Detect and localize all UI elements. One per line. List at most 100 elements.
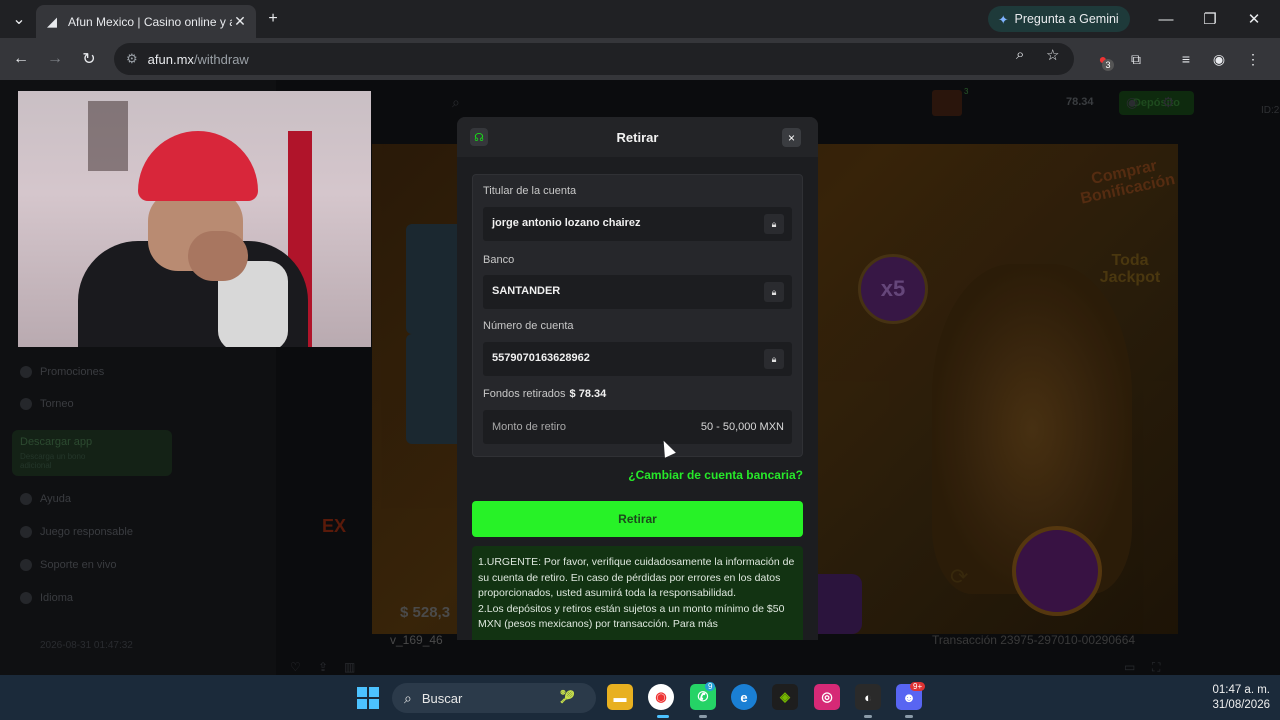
afun-favicon-icon: ◢ <box>47 13 57 29</box>
account-holder-field: jorge antonio lozano chairez 🔒︎ <box>483 207 792 241</box>
gemini-button[interactable]: ✦ Pregunta a Gemini <box>988 6 1130 32</box>
user-id: ID:237988862 <box>1261 105 1280 116</box>
autoplay-icon[interactable]: ⟳ <box>950 564 968 590</box>
buy-bonus-button[interactable]: Comprar Bonificación <box>1072 154 1181 209</box>
download-app-title: Descargar app <box>20 436 93 448</box>
new-tab-button[interactable]: + <box>262 8 284 30</box>
file-explorer-icon[interactable]: ▬ <box>607 684 633 710</box>
settings-gear-icon[interactable]: ⚙ <box>1162 94 1175 111</box>
webcam-background-object <box>88 101 128 171</box>
lock-icon: 🔒︎ <box>764 282 784 302</box>
webcam-person-cap <box>138 131 258 201</box>
nvidia-icon[interactable]: ◈ <box>772 684 798 710</box>
reload-icon[interactable]: ↻ <box>78 48 100 70</box>
sidebar-label: Ayuda <box>40 493 71 505</box>
transaction-id: Transacción 23975-297010-00290664 <box>932 633 1136 647</box>
bank-label: Banco <box>483 254 515 266</box>
withdraw-amount-input[interactable]: Monto de retiro 50 - 50,000 MXN <box>483 410 792 444</box>
avatar[interactable]: ◉ <box>1126 94 1138 111</box>
extensions-puzzle-icon[interactable]: ⧉ <box>1127 50 1145 68</box>
browser-tab-active[interactable]: ◢ Afun Mexico | Casino online y a ✕ <box>36 5 256 38</box>
amount-range: 50 - 50,000 MXN <box>700 421 784 433</box>
minimize-button[interactable]: — <box>1146 6 1186 32</box>
stats-icon[interactable]: ▥ <box>344 660 355 674</box>
balance-display: 78.34 <box>1066 96 1094 108</box>
bonus-chest-icon[interactable] <box>932 90 962 116</box>
bookmark-star-icon[interactable]: ☆ <box>1046 46 1059 64</box>
game-version: v_169_46 <box>390 633 443 647</box>
windows-taskbar: ⌕ Buscar 🎾︎ ▬ ◉ ✆ 9 e ◈ ◎ ◐ ☻ 9+ 01:47 a… <box>0 675 1280 720</box>
account-number-field: 5579070163628962 🔒︎ <box>483 342 792 376</box>
download-app-banner[interactable]: Descargar app Descarga un bono adicional <box>12 430 172 476</box>
jackpot-label: Toda Jackpot <box>1099 252 1161 286</box>
withdrawable-funds: Fondos retirados $ 78.34 <box>483 388 606 400</box>
account-form: Titular de la cuenta jorge antonio lozan… <box>472 174 803 457</box>
tab-title: Afun Mexico | Casino online y a <box>68 14 232 29</box>
bank-field: SANTANDER 🔒︎ <box>483 275 792 309</box>
windows-start-icon[interactable] <box>357 687 379 709</box>
withdraw-notice: 1.URGENTE: Por favor, verifique cuidados… <box>472 546 803 640</box>
chrome-icon[interactable]: ◉ <box>648 684 674 710</box>
webcam-overlay <box>18 91 371 347</box>
restore-button[interactable]: ❐ <box>1190 6 1230 32</box>
tab-search-chevron-icon[interactable]: ⌄ <box>8 8 30 30</box>
withdraw-button[interactable]: Retirar <box>472 501 803 537</box>
sidebar-item-juego-responsable[interactable]: Juego responsable <box>20 526 133 538</box>
instagram-icon[interactable]: ◎ <box>814 684 840 710</box>
funds-value: $ 78.34 <box>569 388 607 400</box>
back-arrow-icon[interactable]: ← <box>10 48 32 70</box>
extension-badge: 3 <box>1102 59 1114 71</box>
help-icon <box>20 493 32 505</box>
notice-text: 1.URGENTE: Por favor, verifique cuidados… <box>478 556 795 631</box>
globe-icon <box>20 592 32 604</box>
clock-date: 31/08/2026 <box>1212 699 1270 711</box>
fullscreen-icon[interactable]: ⛶ <box>1152 660 1160 675</box>
shield-icon <box>20 526 32 538</box>
close-modal-button[interactable]: × <box>782 128 801 147</box>
headset-icon <box>20 559 32 571</box>
url-path: /withdraw <box>193 51 249 67</box>
lock-icon: 🔒︎ <box>764 349 784 369</box>
amount-placeholder: Monto de retiro <box>492 421 566 433</box>
gift-icon <box>20 366 32 378</box>
multiplier-label: x5 <box>880 276 906 301</box>
sidebar-item-torneo[interactable]: Torneo <box>20 398 74 410</box>
taskbar-search-label: Buscar <box>421 690 463 706</box>
gemini-star-icon: ✦ <box>998 12 1009 27</box>
media-control-icon[interactable]: ≡ <box>1177 50 1195 68</box>
sidebar-item-ayuda[interactable]: Ayuda <box>20 493 71 505</box>
heart-icon[interactable]: ♡ <box>290 660 301 674</box>
close-window-button[interactable]: ✕ <box>1234 6 1274 32</box>
edge-icon[interactable]: e <box>731 684 757 710</box>
tab-close-icon[interactable]: ✕ <box>232 13 248 30</box>
share-icon[interactable]: ⇪ <box>318 660 328 674</box>
zoom-icon[interactable]: ⌕ <box>1016 46 1024 63</box>
obs-icon[interactable]: ◐ <box>855 684 881 710</box>
account-number-value: 5579070163628962 <box>492 352 590 364</box>
search-highlight-icon: 🎾︎ <box>558 689 576 704</box>
sidebar-item-soporte[interactable]: Soporte en vivo <box>20 559 116 571</box>
bank-value: SANTANDER <box>492 285 561 297</box>
system-clock[interactable]: 01:47 a. m. 31/08/2026 <box>1186 683 1270 713</box>
clock-time: 01:47 a. m. <box>1212 684 1270 696</box>
modal-title: Retirar <box>616 130 659 145</box>
forward-arrow-icon[interactable]: → <box>44 48 66 70</box>
running-app-indicator <box>699 715 707 718</box>
sidebar-label: Torneo <box>40 398 74 410</box>
search-icon[interactable]: ⌕ <box>452 94 460 111</box>
search-icon: ⌕ <box>404 689 412 706</box>
menu-kebab-icon[interactable]: ⋮ <box>1244 50 1262 68</box>
sidebar-item-idioma[interactable]: Idioma <box>20 592 73 604</box>
change-bank-account-link[interactable]: ¿Cambiar de cuenta bancaria? <box>628 468 803 482</box>
site-info-icon[interactable]: ⚙ <box>126 51 138 67</box>
sidebar-label: Soporte en vivo <box>40 559 117 571</box>
theater-icon[interactable]: ▭ <box>1124 660 1135 674</box>
sidebar-item-promociones[interactable]: Promociones <box>20 366 104 378</box>
profile-avatar-icon[interactable]: ◉ <box>1210 50 1228 68</box>
running-app-indicator <box>864 715 872 718</box>
address-bar[interactable]: ⚙ afun.mx/withdraw <box>114 43 1074 75</box>
spin-button[interactable] <box>1012 526 1102 616</box>
funds-label: Fondos retirados <box>483 388 566 400</box>
site-timestamp: 2026-08-31 01:47:32 <box>40 640 133 651</box>
multiplier-orb: x5 <box>858 254 928 324</box>
